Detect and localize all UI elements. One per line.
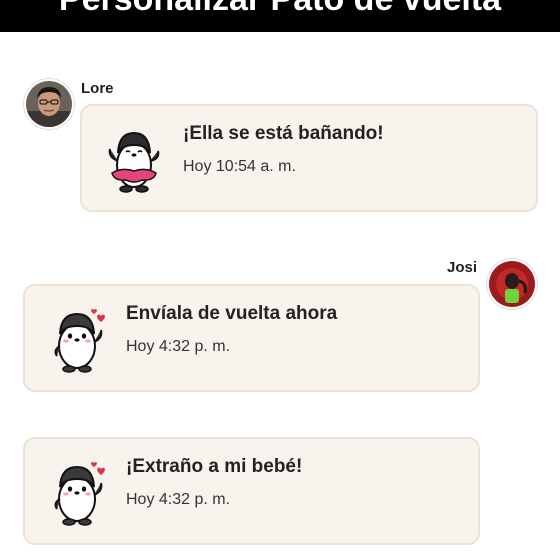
penguin-hearts-sticker	[54, 309, 105, 373]
message-card[interactable]: ¡Extraño a mi bebé! Hoy 4:32 p. m.	[23, 437, 480, 545]
message-time: Hoy 10:54 a. m.	[183, 158, 296, 175]
message-time: Hoy 4:32 p. m.	[126, 338, 231, 355]
penguin-tutu-sticker	[108, 131, 160, 193]
message-text: Envíala de vuelta ahora	[126, 303, 338, 324]
avatar-josi[interactable]	[487, 259, 537, 309]
sender-name-lore: Lore	[81, 80, 114, 97]
message-card[interactable]: Envíala de vuelta ahora Hoy 4:32 p. m.	[23, 284, 480, 392]
message-card[interactable]: ¡Ella se está bañando! Hoy 10:54 a. m.	[80, 104, 538, 212]
header-bar: Personalizar Pato de vuelta	[0, 0, 560, 32]
message-time: Hoy 4:32 p. m.	[126, 491, 231, 508]
page-title: Personalizar Pato de vuelta	[0, 0, 560, 19]
avatar-photo-icon	[489, 261, 535, 307]
avatar-lore[interactable]	[24, 79, 74, 129]
message-text: ¡Ella se está bañando!	[183, 123, 384, 144]
message-text: ¡Extraño a mi bebé!	[126, 456, 303, 477]
avatar-photo-icon	[26, 81, 72, 127]
penguin-hearts-sticker	[54, 462, 105, 526]
sender-name-josi: Josi	[447, 259, 478, 276]
